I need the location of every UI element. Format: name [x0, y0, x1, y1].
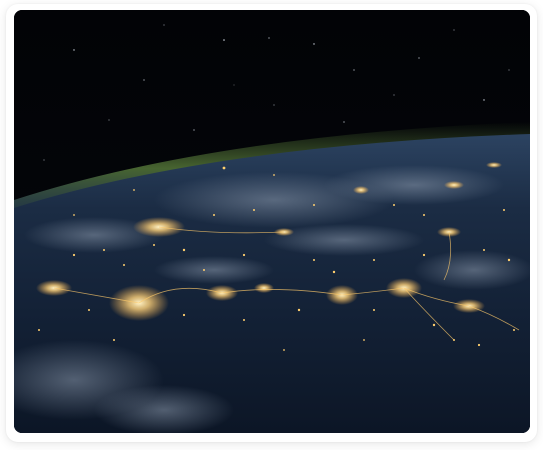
earth-night-photo [14, 10, 530, 433]
image-card [6, 4, 537, 442]
earth-night-illustration [14, 10, 530, 433]
